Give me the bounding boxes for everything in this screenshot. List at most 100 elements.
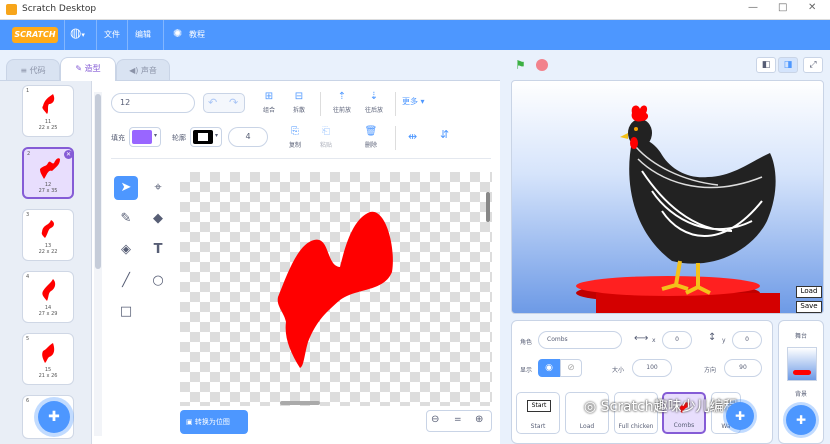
add-backdrop-button[interactable]: ✚ [786,405,816,435]
more-button[interactable]: 更多 ▾ [402,96,425,107]
line-tool[interactable]: ╱ [114,269,138,293]
arrow-down-icon: ⇣ [369,91,379,102]
chevron-down-icon: ▾ [420,97,425,106]
stage[interactable]: Load Save [511,80,824,314]
fill-color-picker[interactable]: ▾ [129,127,161,147]
costume-tile-2[interactable]: 2 ✕ 12 27 x 35 [22,147,74,199]
scrollbar-thumb[interactable] [95,94,101,269]
paint-canvas[interactable] [180,172,492,406]
globe-icon[interactable]: ◍▾ [70,26,85,41]
close-button[interactable]: ✕ [808,2,816,13]
direction-input[interactable]: 90 [724,359,762,377]
toolbar-divider [395,92,396,116]
chicken-scene [576,105,780,313]
add-sprite-button[interactable]: ✚ [726,402,754,430]
costume-size: 27 x 29 [38,311,58,317]
small-stage-icon[interactable]: ◧ [756,57,776,73]
stage-panel-title: 舞台 [794,333,807,340]
costume-number: 1 [26,88,30,94]
canvas-vertical-scrollbar[interactable] [486,192,490,222]
eye-icon[interactable]: ◉ [538,359,560,377]
brush-icon: ✎ [75,64,85,73]
rectangle-tool[interactable]: □ [114,300,138,324]
sprite-name: Combs [673,422,695,429]
delete-button[interactable]: 🗑 删除 [360,126,382,149]
trash-icon: 🗑 [364,126,378,137]
y-label: y [722,337,726,344]
outline-swatch [193,130,213,144]
ungroup-button[interactable]: ⊟ 拆散 [288,91,310,114]
outline-color-picker[interactable]: ▾ [190,127,222,147]
menu-file[interactable]: 文件 [104,29,120,40]
y-input[interactable]: 0 [732,331,762,349]
delete-costume-icon[interactable]: ✕ [64,150,73,159]
redo-icon[interactable]: ↷ [229,96,238,109]
vertical-arrows-icon: ↕ [708,332,717,343]
copy-button[interactable]: ⎘ 复制 [284,126,306,149]
menu-edit[interactable]: 编辑 [135,29,151,40]
group-button[interactable]: ⊞ 组合 [258,91,280,114]
scratch-logo[interactable]: SCRATCH [12,27,58,43]
undo-redo-group: ↶ ↷ [203,93,245,113]
tab-costumes[interactable]: ✎ 造型 [60,57,116,81]
canvas-horizontal-scrollbar[interactable] [280,401,320,405]
costume-tile-4[interactable]: 4 14 27 x 29 [22,271,74,323]
outline-width-input[interactable]: 4 [228,127,268,147]
paste-button[interactable]: ⎗ 粘贴 [315,126,337,149]
menu-divider [96,20,97,50]
horizontal-arrows-icon: ⟷ [634,333,649,344]
stage-panel[interactable]: 舞台 背景 ✚ [778,320,824,444]
eye-slash-icon[interactable]: ⊘ [560,359,582,377]
load-button[interactable]: Load [796,286,822,298]
x-input[interactable]: 0 [662,331,692,349]
flip-horizontal-icon[interactable]: ⇹ [408,130,417,143]
backward-button[interactable]: ⇣ 往后放 [360,91,388,114]
sprite-label: 角色 [520,339,533,346]
brush-tool[interactable]: ✎ [114,207,138,231]
minimize-button[interactable]: — [748,2,758,13]
tab-code[interactable]: ≡ 代码 [6,59,60,81]
maximize-button[interactable]: □ [778,2,787,13]
add-costume-button[interactable]: ✚ [38,401,70,433]
zoom-out-icon[interactable]: ⊖ [431,414,439,425]
costume-number: 5 [26,336,30,342]
image-icon: ▣ [186,418,195,426]
costume-list-scrollbar[interactable] [94,92,102,436]
copy-icon: ⎘ [291,126,299,137]
group-icon: ⊞ [264,91,274,102]
forward-button[interactable]: ⇡ 往前放 [328,91,356,114]
green-flag-icon[interactable]: ⚑ [515,58,526,72]
costume-thumbnail [42,279,56,301]
fill-tool[interactable]: ◈ [114,238,138,262]
undo-icon[interactable]: ↶ [208,96,217,109]
arrow-cursor-icon: ➤ [120,180,132,195]
save-button[interactable]: Save [796,301,822,313]
tab-sounds[interactable]: ◀) 声音 [116,59,170,81]
zoom-reset-button[interactable]: = [454,415,462,425]
large-stage-icon[interactable]: ◨ [778,57,798,73]
line-icon: ╱ [122,273,130,288]
zoom-in-icon[interactable]: ⊕ [475,414,483,425]
costume-tile-3[interactable]: 3 13 22 x 22 [22,209,74,261]
sprite-tile-start[interactable]: Start Start [516,392,560,434]
reshape-tool[interactable]: ⌖ [146,176,170,200]
costume-size: 27 x 35 [38,188,58,194]
flip-vertical-icon[interactable]: ⇵ [440,128,449,141]
convert-to-bitmap-button[interactable]: ▣ 转换为位图 [180,410,248,434]
text-tool[interactable]: T [146,238,170,262]
costume-name-input[interactable]: 12 [111,93,195,113]
toolbar-divider [320,92,321,116]
circle-tool[interactable]: ○ [146,269,170,293]
menu-divider [127,20,128,50]
rectangle-icon: □ [119,304,133,319]
sprite-name-input[interactable]: Combs [538,331,622,349]
select-tool[interactable]: ➤ [114,176,138,200]
fullscreen-icon[interactable]: ⤢ [803,57,823,73]
stop-icon[interactable] [536,59,548,71]
eraser-tool[interactable]: ◆ [146,207,170,231]
costume-tile-1[interactable]: 1 11 22 x 25 [22,85,74,137]
size-input[interactable]: 100 [632,359,672,377]
menu-tutorials[interactable]: 教程 [189,29,205,40]
costume-tile-5[interactable]: 5 15 21 x 26 [22,333,74,385]
lightbulb-icon[interactable]: ✺ [173,27,182,40]
